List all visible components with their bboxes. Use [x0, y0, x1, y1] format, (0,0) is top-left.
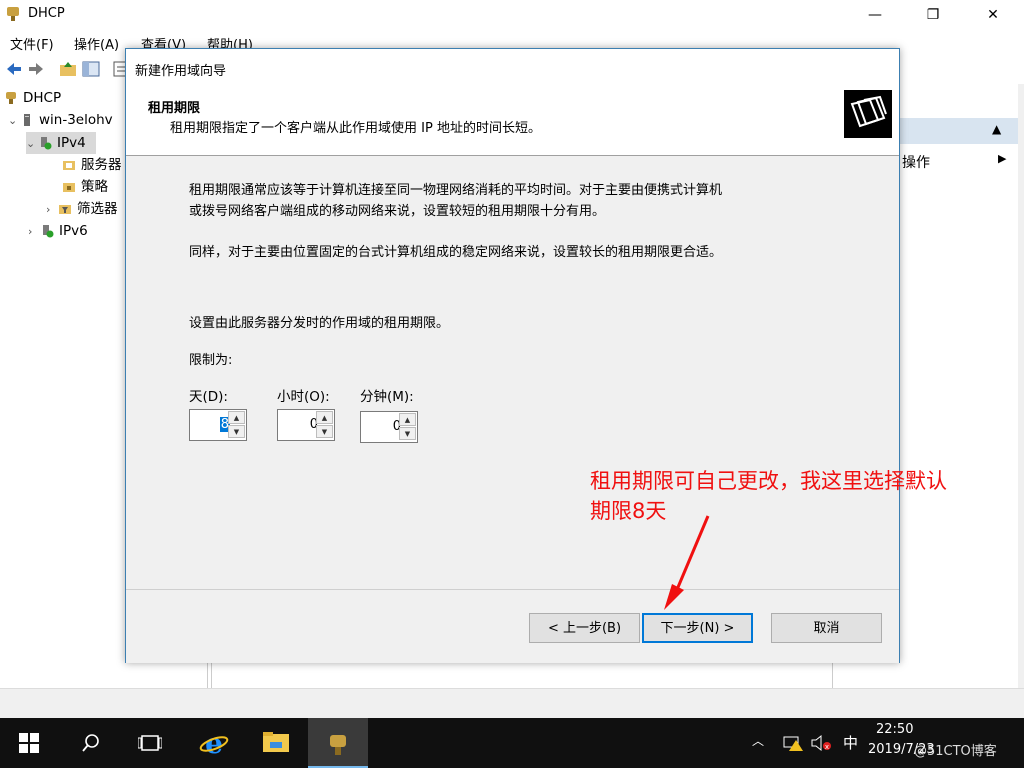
days-spinner-buttons: ▲ ▼ — [228, 411, 245, 439]
collapse-chevron-icon[interactable]: ⌄ — [26, 133, 38, 155]
new-scope-wizard-dialog: 新建作用域向导 租用期限 租用期限指定了一个客户端从此作用域使用 IP 地址的时… — [125, 48, 900, 663]
dhcp-taskbar-icon — [330, 734, 346, 755]
submenu-arrow-icon[interactable]: ▶ — [998, 152, 1006, 165]
description-line-1: 租用期限通常应该等于计算机连接至同一物理网络消耗的平均时间。对于主要由便携式计算… — [189, 183, 723, 198]
expand-chevron-icon[interactable]: › — [46, 199, 58, 221]
tree-item-filters[interactable]: › 筛选器 — [46, 198, 118, 220]
cancel-button[interactable]: 取消 — [771, 613, 882, 643]
minimize-button[interactable]: — — [852, 0, 898, 30]
page-subtitle: 租用期限指定了一个客户端从此作用域使用 IP 地址的时间长短。 — [170, 121, 541, 136]
clock-time[interactable]: 22:50 — [876, 722, 913, 737]
ipv4-icon — [41, 137, 52, 150]
folder-icon — [63, 161, 75, 170]
tree-item-label: DHCP — [23, 90, 62, 106]
annotation-line-2: 期限8天 — [590, 499, 667, 523]
dialog-titlebar — [126, 49, 899, 85]
more-actions-label[interactable]: 操作 — [902, 152, 930, 172]
days-spinner[interactable]: 8 ▲ ▼ — [189, 409, 247, 441]
days-label: 天(D): — [189, 389, 228, 405]
taskbar-dhcp-button[interactable] — [308, 718, 368, 768]
hours-spinner[interactable]: 0 ▲ ▼ — [277, 409, 335, 441]
tree-item-dhcp[interactable]: DHCP — [4, 87, 61, 109]
tree-item-label: 服务器 — [81, 157, 122, 173]
minutes-spinner[interactable]: 0 ▲ ▼ — [360, 411, 418, 443]
server-icon — [24, 114, 30, 126]
menu-action[interactable]: 操作(A) — [74, 34, 119, 53]
scrollbar[interactable] — [1018, 84, 1024, 688]
page-title: 租用期限 — [148, 101, 201, 116]
tree-item-ipv4[interactable]: ⌄ IPv4 — [26, 132, 96, 154]
ime-indicator[interactable]: 中 — [843, 732, 858, 753]
annotation-text: 租用期限可自己更改，我这里选择默认 期限8天 — [590, 466, 1020, 526]
spin-down-icon[interactable]: ▼ — [399, 427, 416, 440]
minutes-spinner-buttons: ▲ ▼ — [399, 413, 416, 441]
task-view-icon[interactable] — [138, 734, 162, 752]
close-button[interactable]: ✕ — [970, 0, 1016, 30]
tree-item-label: 策略 — [81, 179, 108, 195]
expand-chevron-icon[interactable]: › — [28, 221, 40, 243]
menu-file[interactable]: 文件(F) — [10, 34, 54, 53]
tree-item-server-options[interactable]: 服务器 — [62, 154, 122, 176]
description-para-2: 同样，对于主要由位置固定的台式计算机组成的稳定网络来说，设置较长的租用期限更合适… — [189, 245, 723, 260]
spin-up-icon[interactable]: ▲ — [399, 413, 416, 426]
tree-item-server[interactable]: ⌄ win-3elohv — [8, 109, 113, 131]
maximize-button[interactable]: ❐ — [910, 0, 956, 30]
next-button[interactable]: 下一步(N) > — [642, 613, 753, 643]
internet-explorer-icon[interactable]: e — [199, 728, 229, 758]
windows-start-icon[interactable] — [19, 733, 39, 753]
hours-label: 小时(O): — [277, 389, 330, 405]
dialog-title: 新建作用域向导 — [135, 64, 227, 79]
network-warning-icon[interactable] — [782, 734, 804, 752]
tree-item-label: win-3elohv — [39, 112, 113, 128]
annotation-line-1: 租用期限可自己更改，我这里选择默认 — [590, 469, 947, 493]
tree-item-label: IPv6 — [59, 223, 88, 239]
back-button[interactable]: < 上一步(B) — [529, 613, 640, 643]
show-hide-tree-icon[interactable] — [81, 59, 101, 79]
dhcp-app-icon — [7, 7, 19, 21]
collapse-up-icon[interactable]: ▲ — [992, 122, 1001, 136]
hours-spinner-buttons: ▲ ▼ — [316, 411, 333, 439]
tree-item-label: 筛选器 — [77, 201, 118, 217]
policy-folder-icon — [63, 183, 75, 192]
wizard-folders-icon — [844, 90, 892, 138]
tree-item-ipv6[interactable]: › IPv6 — [28, 220, 88, 242]
svg-text:x: x — [825, 743, 829, 751]
tree-item-policies[interactable]: 策略 — [62, 176, 108, 198]
tray-overflow-chevron-icon[interactable]: ︿ — [752, 732, 764, 749]
status-bar — [0, 688, 1024, 719]
limit-label: 限制为: — [189, 353, 233, 368]
spin-up-icon[interactable]: ▲ — [316, 411, 333, 424]
watermark-text: @51CTO博客 — [914, 744, 997, 759]
minutes-label: 分钟(M): — [360, 389, 414, 405]
search-icon[interactable] — [81, 733, 101, 753]
svg-text:e: e — [205, 728, 223, 758]
collapse-chevron-icon[interactable]: ⌄ — [8, 110, 20, 132]
description-para-3: 设置由此服务器分发时的作用域的租用期限。 — [189, 316, 450, 331]
filter-folder-icon — [59, 205, 71, 214]
up-folder-icon[interactable] — [58, 59, 78, 79]
tree-item-label: IPv4 — [57, 135, 86, 151]
volume-muted-icon[interactable]: x — [810, 734, 832, 752]
dhcp-icon — [6, 92, 16, 104]
spin-up-icon[interactable]: ▲ — [228, 411, 245, 424]
back-arrow-icon[interactable] — [4, 59, 24, 79]
spin-down-icon[interactable]: ▼ — [316, 425, 333, 438]
description-line-2: 或拨号网络客户端组成的移动网络来说，设置较短的租用期限十分有用。 — [189, 204, 606, 219]
file-explorer-icon[interactable] — [262, 730, 290, 754]
spin-down-icon[interactable]: ▼ — [228, 425, 245, 438]
ipv6-icon — [43, 225, 54, 238]
window-title: DHCP — [28, 6, 65, 21]
forward-arrow-icon[interactable] — [26, 59, 46, 79]
